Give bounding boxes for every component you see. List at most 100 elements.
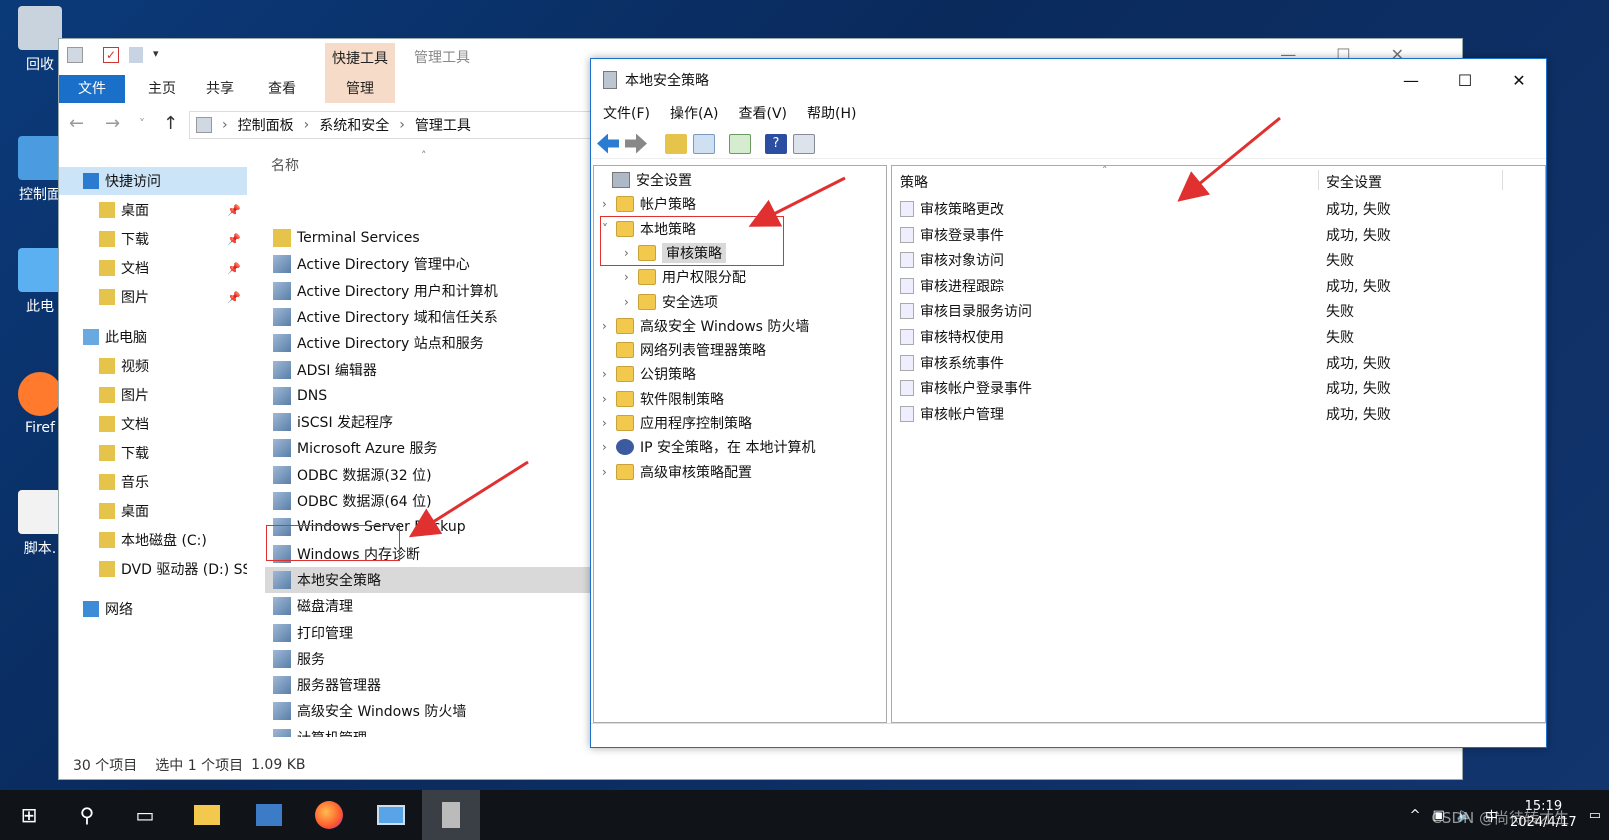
policy-row[interactable]: 审核登录事件 成功, 失败 — [900, 222, 1540, 248]
column-header-name[interactable]: 名称 — [271, 155, 299, 175]
expander-icon[interactable]: › — [624, 295, 638, 309]
minimize-icon[interactable]: — — [1384, 59, 1438, 101]
policy-row[interactable]: 审核帐户管理 成功, 失败 — [900, 401, 1540, 427]
breadcrumb-item[interactable]: 控制面板 — [238, 115, 294, 135]
server-manager-icon[interactable] — [240, 790, 298, 840]
column-security-setting[interactable]: 安全设置 — [1326, 172, 1382, 192]
nav-item[interactable]: 文档 📌 — [59, 254, 247, 282]
qat-properties-icon[interactable] — [67, 47, 83, 63]
qat-check-icon[interactable]: ✓ — [103, 47, 119, 63]
tree-node[interactable]: › IP 安全策略，在 本地计算机 — [602, 435, 815, 459]
expander-icon[interactable]: › — [602, 416, 616, 430]
properties-icon[interactable] — [793, 133, 815, 154]
policy-row[interactable]: 审核帐户登录事件 成功, 失败 — [900, 375, 1540, 401]
nav-item[interactable]: 图片 — [59, 381, 247, 409]
file-item[interactable]: Microsoft Azure 服务 — [265, 435, 591, 461]
tab-home[interactable]: 主页 — [139, 75, 185, 103]
tab-share[interactable]: 共享 — [197, 75, 243, 103]
file-item[interactable]: 本地安全策略 — [265, 566, 591, 593]
expander-icon[interactable]: › — [602, 367, 616, 381]
qat-folder-icon[interactable] — [129, 47, 143, 63]
file-item[interactable]: 打印管理 — [265, 620, 591, 646]
forward-icon[interactable] — [625, 133, 647, 154]
tree-node[interactable]: › 安全选项 — [624, 290, 718, 314]
up-folder-icon[interactable] — [665, 133, 687, 154]
menu-file[interactable]: 文件(F) — [603, 101, 650, 127]
notification-icon[interactable]: ▭ — [1589, 808, 1601, 823]
expander-icon[interactable]: › — [624, 270, 638, 284]
tray-chevron-icon[interactable]: ^ — [1410, 808, 1421, 823]
address-bar[interactable]: › 控制面板 › 系统和安全 › 管理工具 — [189, 111, 659, 139]
tree-node[interactable]: › 用户权限分配 — [624, 265, 746, 289]
column-policy[interactable]: 策略 — [900, 172, 928, 192]
expander-icon[interactable]: › — [602, 440, 616, 454]
breadcrumb-item[interactable]: 管理工具 — [415, 115, 471, 135]
qat-dropdown-icon[interactable]: ▾ — [153, 47, 159, 60]
close-icon[interactable]: ✕ — [1492, 59, 1546, 101]
file-item[interactable]: Terminal Services — [265, 225, 591, 251]
nav-item[interactable]: 文档 — [59, 410, 247, 438]
file-item[interactable]: Active Directory 用户和计算机 — [265, 278, 591, 304]
menu-view[interactable]: 查看(V) — [739, 101, 788, 127]
expander-icon[interactable]: › — [602, 392, 616, 406]
tree-node[interactable]: › 帐户策略 — [602, 192, 696, 216]
nav-item[interactable]: 快捷访问 — [59, 167, 247, 195]
file-item[interactable]: 计算机管理 — [265, 725, 591, 737]
file-item[interactable]: ODBC 数据源(32 位) — [265, 462, 591, 488]
nav-item[interactable]: DVD 驱动器 (D:) SS — [59, 555, 247, 583]
file-item[interactable]: Active Directory 站点和服务 — [265, 330, 591, 356]
policy-row[interactable]: 审核系统事件 成功, 失败 — [900, 350, 1540, 376]
menu-action[interactable]: 操作(A) — [670, 101, 719, 127]
up-arrow-icon[interactable]: ↑ — [163, 113, 178, 134]
policy-row[interactable]: 审核进程跟踪 成功, 失败 — [900, 273, 1540, 299]
menu-help[interactable]: 帮助(H) — [807, 101, 856, 127]
firefox-icon[interactable] — [300, 790, 358, 840]
export-list-icon[interactable] — [729, 133, 751, 154]
search-icon[interactable]: ⚲ — [58, 790, 116, 840]
policy-row[interactable]: 审核策略更改 成功, 失败 — [900, 196, 1540, 222]
file-item[interactable]: 服务 — [265, 646, 591, 672]
nav-item[interactable]: 此电脑 — [59, 323, 247, 351]
file-item[interactable]: ODBC 数据源(64 位) — [265, 488, 591, 514]
policy-row[interactable]: 审核对象访问 失败 — [900, 247, 1540, 273]
nav-item[interactable]: 网络 — [59, 595, 247, 623]
policy-row[interactable]: 审核目录服务访问 失败 — [900, 298, 1540, 324]
tree-node[interactable]: 安全设置 — [598, 168, 692, 192]
tree-node[interactable]: › 软件限制策略 — [602, 387, 724, 411]
expander-icon[interactable]: › — [602, 465, 616, 479]
file-item[interactable]: ADSI 编辑器 — [265, 357, 591, 383]
tab-manage[interactable]: 管理 — [325, 75, 395, 103]
file-item[interactable]: 高级安全 Windows 防火墙 — [265, 698, 591, 724]
forward-arrow-icon[interactable]: → — [105, 113, 120, 134]
start-windows-icon[interactable]: ⊞ — [0, 790, 58, 840]
file-item[interactable]: Active Directory 域和信任关系 — [265, 304, 591, 330]
help-icon[interactable]: ? — [765, 133, 787, 154]
nav-item[interactable]: 视频 — [59, 352, 247, 380]
nav-item[interactable]: 桌面 📌 — [59, 196, 247, 224]
back-arrow-icon[interactable]: ← — [69, 113, 84, 134]
nav-item[interactable]: 桌面 — [59, 497, 247, 525]
tree-node[interactable]: › 高级安全 Windows 防火墙 — [602, 314, 809, 338]
tab-file[interactable]: 文件 — [59, 75, 125, 103]
task-view-icon[interactable]: ▭ — [116, 790, 174, 840]
nav-item[interactable]: 下载 📌 — [59, 225, 247, 253]
tree-node[interactable]: › 高级审核策略配置 — [602, 460, 752, 484]
back-icon[interactable] — [597, 133, 619, 154]
network-app-icon[interactable] — [362, 790, 420, 840]
tree-node[interactable]: › 公钥策略 — [602, 362, 696, 386]
file-item[interactable]: Active Directory 管理中心 — [265, 251, 591, 277]
nav-item[interactable]: 音乐 — [59, 468, 247, 496]
file-item[interactable]: 磁盘清理 — [265, 593, 591, 619]
recent-dropdown-icon[interactable]: ˅ — [139, 117, 145, 131]
secpol-taskbar-icon[interactable] — [422, 790, 480, 840]
show-hide-tree-icon[interactable] — [693, 133, 715, 154]
breadcrumb-item[interactable]: 系统和安全 — [319, 115, 389, 135]
tree-node[interactable]: › 应用程序控制策略 — [602, 411, 752, 435]
file-item[interactable]: 服务器管理器 — [265, 672, 591, 698]
tab-view[interactable]: 查看 — [259, 75, 305, 103]
policy-row[interactable]: 审核特权使用 失败 — [900, 324, 1540, 350]
file-item[interactable]: iSCSI 发起程序 — [265, 409, 591, 435]
nav-item[interactable]: 下载 — [59, 439, 247, 467]
tree-node[interactable]: 网络列表管理器策略 — [602, 338, 766, 362]
expander-icon[interactable]: › — [602, 319, 616, 333]
